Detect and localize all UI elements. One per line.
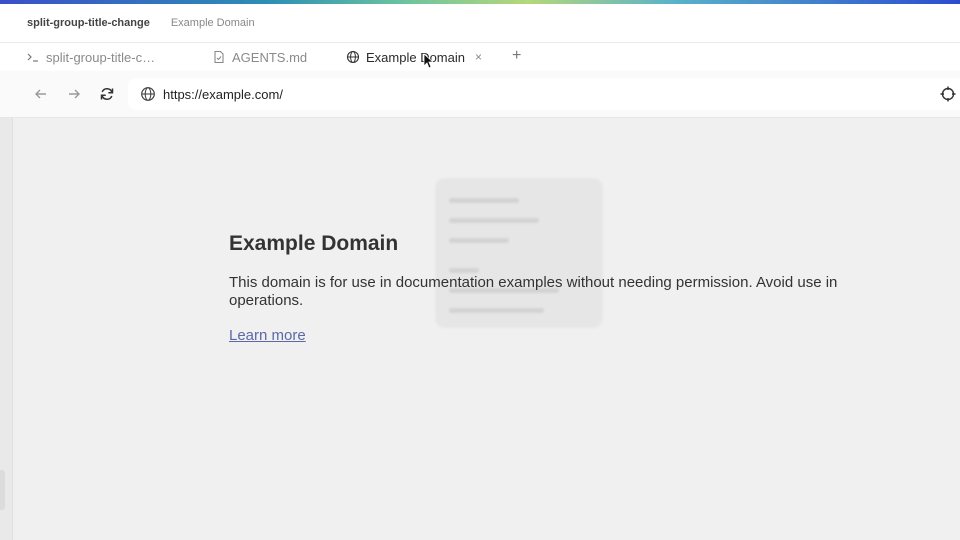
navigation-toolbar: https://example.com/ xyxy=(0,71,960,118)
address-bar[interactable]: https://example.com/ xyxy=(128,78,960,110)
arrow-left-icon[interactable] xyxy=(32,85,50,103)
tab-agents-md[interactable]: AGENTS.md xyxy=(212,43,307,71)
side-rail xyxy=(0,118,13,540)
rail-handle[interactable] xyxy=(0,470,5,510)
page-viewport: Example Domain This domain is for use in… xyxy=(13,118,960,540)
tab-label: Example Domain xyxy=(366,49,465,65)
file-icon xyxy=(212,50,226,64)
close-tab-icon[interactable]: × xyxy=(475,50,482,64)
group-title: split-group-title-change xyxy=(27,17,150,29)
tab-bar: split-group-title-c… AGENTS.md Example D… xyxy=(0,43,960,71)
new-tab-button[interactable]: + xyxy=(512,47,521,65)
tab-label: AGENTS.md xyxy=(232,49,308,65)
page-paragraph: This domain is for use in documentation … xyxy=(229,274,838,309)
mouse-cursor-icon xyxy=(423,53,435,69)
reload-icon[interactable] xyxy=(98,85,116,103)
window-page-title: Example Domain xyxy=(170,17,255,29)
arrow-right-icon[interactable] xyxy=(65,85,83,103)
tab-terminal[interactable]: split-group-title-c… xyxy=(26,43,155,71)
title-bar: split-group-title-change Example Domain xyxy=(0,4,960,43)
page-heading: Example Domain xyxy=(229,232,399,255)
faded-menu-overlay xyxy=(425,168,605,348)
tab-example-domain[interactable]: Example Domain × xyxy=(346,43,482,71)
url-text: https://example.com/ xyxy=(163,86,283,102)
crosshair-icon[interactable] xyxy=(940,86,956,102)
terminal-icon xyxy=(26,50,40,64)
site-globe-icon xyxy=(140,86,156,102)
learn-more-link[interactable]: Learn more xyxy=(229,327,306,344)
tab-label: split-group-title-c… xyxy=(46,49,156,65)
globe-icon xyxy=(346,50,360,64)
